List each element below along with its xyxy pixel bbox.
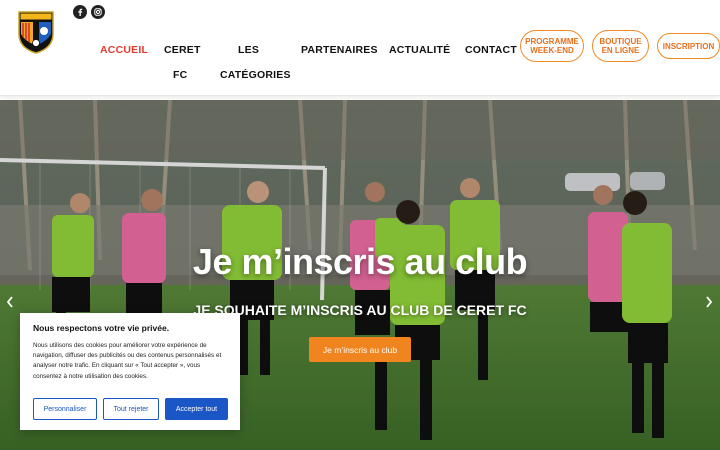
site-header: ACCUEIL CERET FC LES CATÉGORIES PARTENAI… (0, 0, 720, 96)
pill-label: WEEK-END (530, 46, 574, 55)
nav-partenaires[interactable]: PARTENAIRES (301, 44, 378, 56)
cookie-consent-banner: Nous respectons votre vie privée. Nous u… (20, 313, 240, 430)
nav-ceret-fc-line2[interactable]: FC (173, 69, 187, 81)
nav-accueil[interactable]: ACCUEIL (100, 44, 148, 56)
chevron-right-icon[interactable] (704, 295, 714, 309)
nav-les-categories-line2[interactable]: CATÉGORIES (220, 69, 291, 81)
cookie-text: Nous utilisons des cookies pour améliore… (33, 342, 222, 380)
social-links (73, 5, 105, 19)
cookie-buttons: Personnaliser Tout rejeter Accepter tout (33, 398, 228, 420)
pill-label: EN LIGNE (601, 46, 640, 55)
programme-week-end-button[interactable]: PROGRAMME WEEK-END (520, 30, 584, 62)
customize-button[interactable]: Personnaliser (33, 398, 97, 420)
nav-contact[interactable]: CONTACT (465, 44, 517, 56)
chevron-left-icon[interactable] (5, 295, 15, 309)
cookie-title: Nous respectons votre vie privée. (33, 323, 170, 333)
page: ACCUEIL CERET FC LES CATÉGORIES PARTENAI… (0, 0, 720, 450)
hero-signup-button[interactable]: Je m’inscris au club (309, 337, 411, 362)
boutique-en-ligne-button[interactable]: BOUTIQUE EN LIGNE (592, 30, 649, 62)
club-logo[interactable] (17, 10, 55, 54)
accept-all-button[interactable]: Accepter tout (165, 398, 228, 420)
pill-label: INSCRIPTION (662, 41, 715, 51)
reject-all-button[interactable]: Tout rejeter (103, 398, 159, 420)
facebook-icon[interactable] (73, 5, 87, 19)
hero-title: Je m’inscris au club (192, 241, 528, 282)
nav-les-categories[interactable]: LES (238, 44, 259, 56)
instagram-icon[interactable] (91, 5, 105, 19)
nav-ceret-fc[interactable]: CERET (164, 44, 201, 56)
inscription-button[interactable]: INSCRIPTION (657, 33, 720, 59)
nav-actualite[interactable]: ACTUALITÉ (389, 44, 450, 56)
pill-label: BOUTIQUE (599, 37, 642, 46)
pill-label: PROGRAMME (525, 37, 579, 46)
